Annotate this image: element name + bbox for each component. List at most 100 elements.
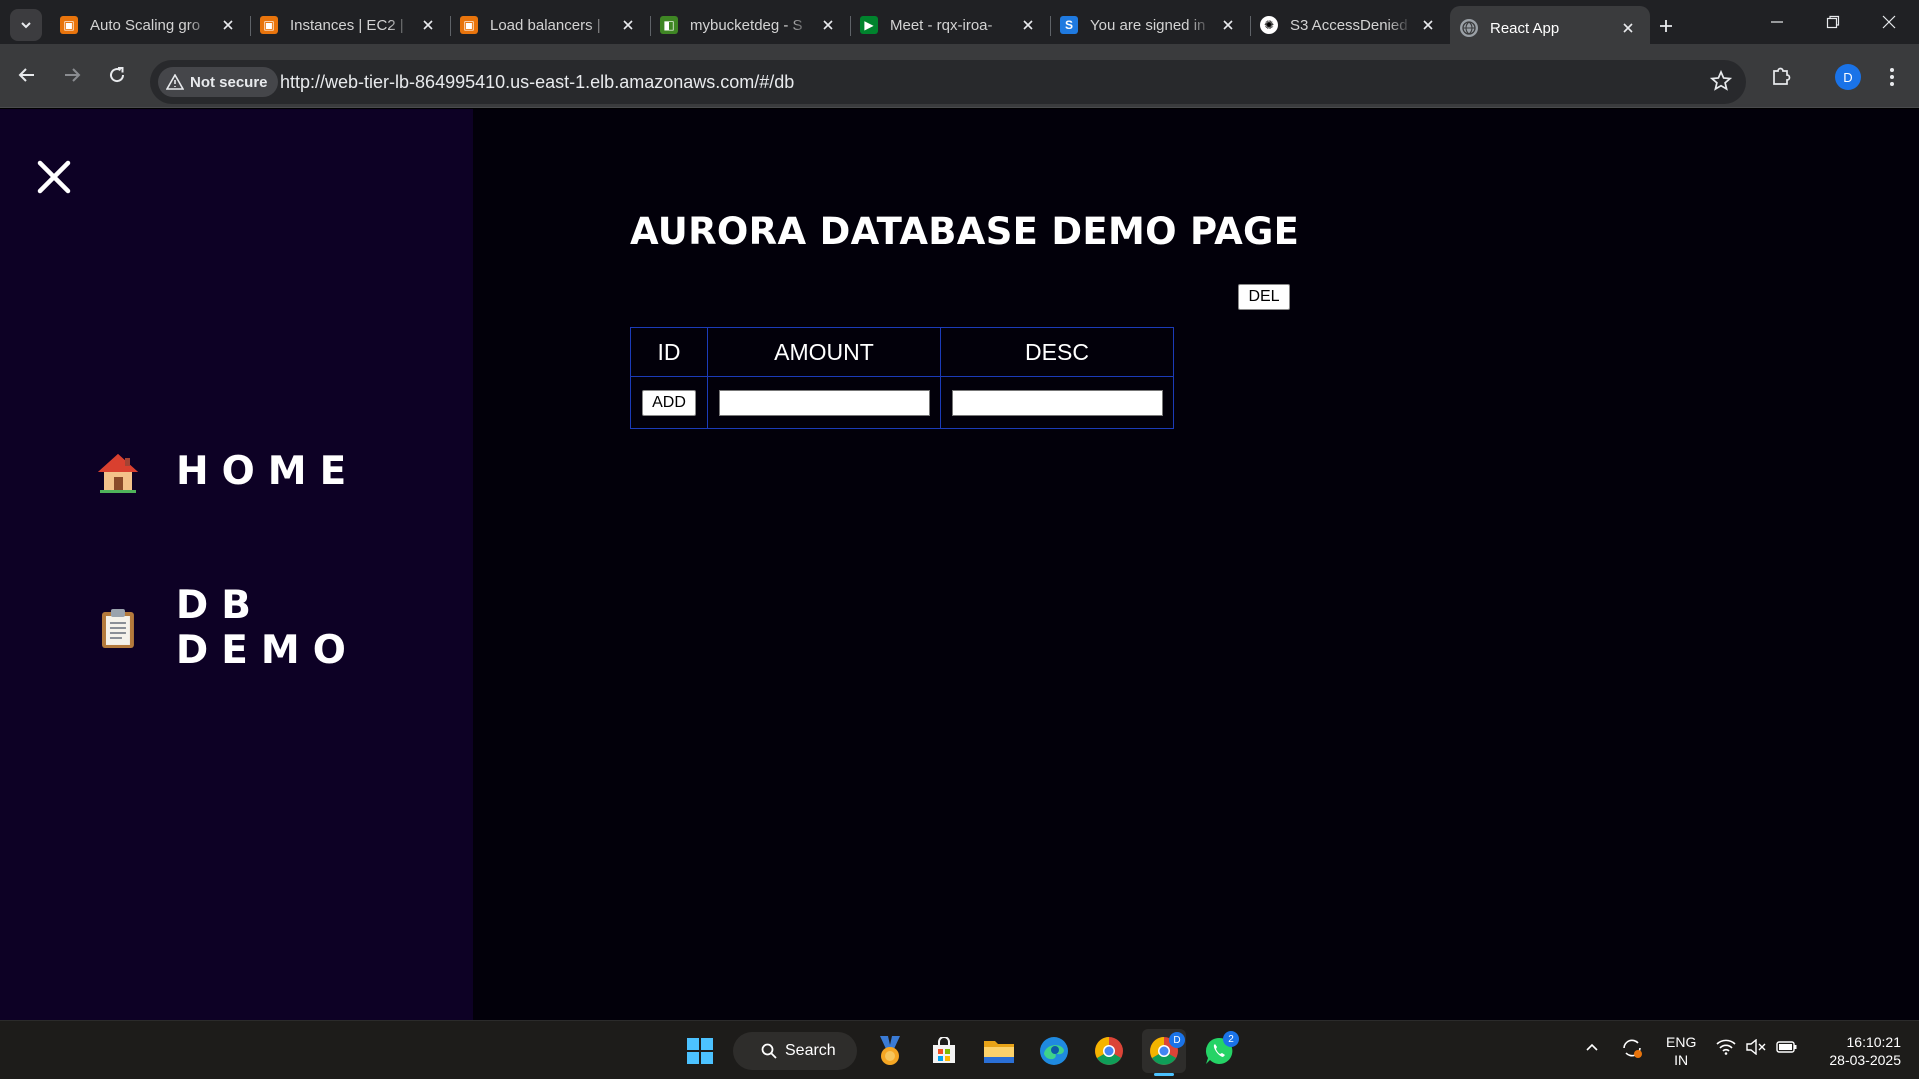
arrow-right-icon [65, 68, 81, 82]
sidebar-item-db-demo[interactable]: DB DEMO [96, 583, 473, 673]
tab-title: Auto Scaling gro [90, 16, 201, 34]
close-menu-button[interactable] [36, 159, 72, 195]
tab-title: mybucketdeg - S [690, 16, 803, 34]
tab-search-button[interactable] [10, 9, 42, 41]
search-icon [761, 1043, 777, 1059]
amount-cell [707, 376, 941, 429]
language-code: ENG [1666, 1034, 1697, 1050]
chrome-icon [1095, 1037, 1123, 1065]
more-vertical-icon [1890, 68, 1894, 86]
new-tab-button[interactable] [1652, 12, 1680, 40]
desc-cell [940, 376, 1174, 429]
tab-mybucket[interactable]: ◧ mybucketdeg - S [650, 6, 850, 44]
s-logo-icon: S [1060, 16, 1078, 34]
reload-icon [110, 67, 125, 83]
address-bar[interactable]: Not secure http://web-tier-lb-864995410.… [150, 60, 1746, 104]
amount-input[interactable] [718, 389, 930, 416]
start-button[interactable] [678, 1029, 722, 1073]
extensions-button[interactable] [1765, 60, 1797, 92]
minimize-button[interactable] [1749, 0, 1805, 44]
region-code: IN [1674, 1052, 1689, 1068]
battery-charging-icon [1776, 1041, 1797, 1053]
star-icon [1709, 69, 1733, 91]
tab-signed-in[interactable]: S You are signed in [1050, 6, 1250, 44]
browser-menu-button[interactable] [1878, 62, 1906, 92]
back-button[interactable] [10, 58, 44, 92]
sidebar-item-label: HOME [176, 449, 360, 494]
house-icon [98, 453, 138, 493]
taskbar-chrome[interactable] [1087, 1029, 1131, 1073]
add-cell: ADD [630, 376, 708, 429]
aws-s3-icon: ◧ [660, 16, 678, 34]
clock-date: 28-03-2025 [1829, 1052, 1901, 1068]
close-icon[interactable] [818, 15, 838, 35]
plus-icon [1660, 20, 1672, 32]
add-button[interactable]: ADD [642, 389, 696, 416]
chevron-up-icon [1586, 1043, 1598, 1051]
sync-status-button[interactable] [1620, 1036, 1644, 1063]
delete-button[interactable]: DEL [1238, 284, 1290, 310]
close-icon[interactable] [1418, 15, 1438, 35]
taskbar-edge[interactable] [1032, 1029, 1076, 1073]
close-icon[interactable] [1218, 15, 1238, 35]
show-hidden-icons-button[interactable] [1584, 1039, 1600, 1058]
tab-auto-scaling[interactable]: ▣ Auto Scaling gro [50, 6, 250, 44]
sync-icon [1623, 1039, 1642, 1058]
tab-load-balancers[interactable]: ▣ Load balancers | [450, 6, 650, 44]
taskbar: Search D 2 ENG IN 16:10:21 28-03-2025 [0, 1020, 1919, 1079]
arrow-left-icon [18, 68, 34, 82]
medal-icon [880, 1036, 900, 1065]
tab-instances[interactable]: ▣ Instances | EC2 | [250, 6, 450, 44]
profile-avatar[interactable]: D [1835, 64, 1861, 90]
close-icon[interactable] [418, 15, 438, 35]
forward-button[interactable] [55, 58, 89, 92]
taskbar-widget-medal[interactable] [868, 1029, 912, 1073]
close-icon[interactable] [1018, 15, 1038, 35]
restore-button[interactable] [1805, 0, 1861, 44]
close-icon [37, 160, 71, 194]
tab-title: Meet - rqx-iroa- [890, 16, 993, 34]
taskbar-whatsapp[interactable]: 2 [1197, 1029, 1241, 1073]
page-viewport: HOME DB DEMO AURORA DATABASE DEMO PAGE D… [0, 109, 1919, 1020]
tab-strip: ▣ Auto Scaling gro ▣ Instances | EC2 | ▣… [0, 0, 1919, 50]
desc-input[interactable] [951, 389, 1163, 416]
aws-ec2-icon: ▣ [460, 16, 478, 34]
globe-icon [1460, 19, 1478, 37]
taskbar-chrome-profile[interactable]: D [1142, 1029, 1186, 1076]
close-icon[interactable] [1618, 18, 1638, 38]
openai-icon: ✺ [1260, 16, 1278, 34]
tab-s3-access-denied[interactable]: ✺ S3 AccessDenied [1250, 6, 1450, 44]
security-indicator[interactable]: Not secure [158, 67, 278, 97]
window-close-button[interactable] [1861, 0, 1917, 44]
reload-button[interactable] [100, 58, 134, 92]
quick-settings-button[interactable] [1716, 1039, 1798, 1055]
puzzle-icon [1773, 67, 1791, 85]
tab-meet[interactable]: ▶ Meet - rqx-iroa- [850, 6, 1050, 44]
aws-ec2-icon: ▣ [260, 16, 278, 34]
tab-title: React App [1490, 19, 1560, 37]
windows-logo-icon [687, 1038, 713, 1064]
profile-badge: D [1169, 1032, 1185, 1048]
table-header-row: ID AMOUNT DESC [630, 327, 1174, 377]
clipboard-icon [101, 609, 134, 648]
sidebar-item-label: DB DEMO [175, 583, 359, 673]
security-label: Not secure [190, 73, 268, 91]
taskbar-microsoft-store[interactable] [922, 1029, 966, 1073]
chevron-down-icon [21, 22, 31, 29]
taskbar-search[interactable]: Search [733, 1032, 857, 1070]
clock[interactable]: 16:10:21 28-03-2025 [1815, 1033, 1901, 1069]
notification-badge: 2 [1223, 1031, 1239, 1047]
close-icon[interactable] [218, 15, 238, 35]
sidebar-item-home[interactable]: HOME [96, 449, 359, 494]
close-icon[interactable] [618, 15, 638, 35]
bookmark-star-button[interactable] [1709, 69, 1734, 94]
tab-title: You are signed in [1090, 16, 1206, 34]
tab-title: Load balancers | [490, 16, 601, 34]
sidebar: HOME DB DEMO [0, 109, 473, 1020]
taskbar-file-explorer[interactable] [977, 1029, 1021, 1073]
folder-icon [984, 1041, 1014, 1063]
url-text[interactable]: http://web-tier-lb-864995410.us-east-1.e… [280, 72, 794, 93]
restore-icon [1826, 15, 1840, 29]
aws-ec2-icon: ▣ [60, 16, 78, 34]
input-language-indicator[interactable]: ENG IN [1666, 1033, 1696, 1069]
